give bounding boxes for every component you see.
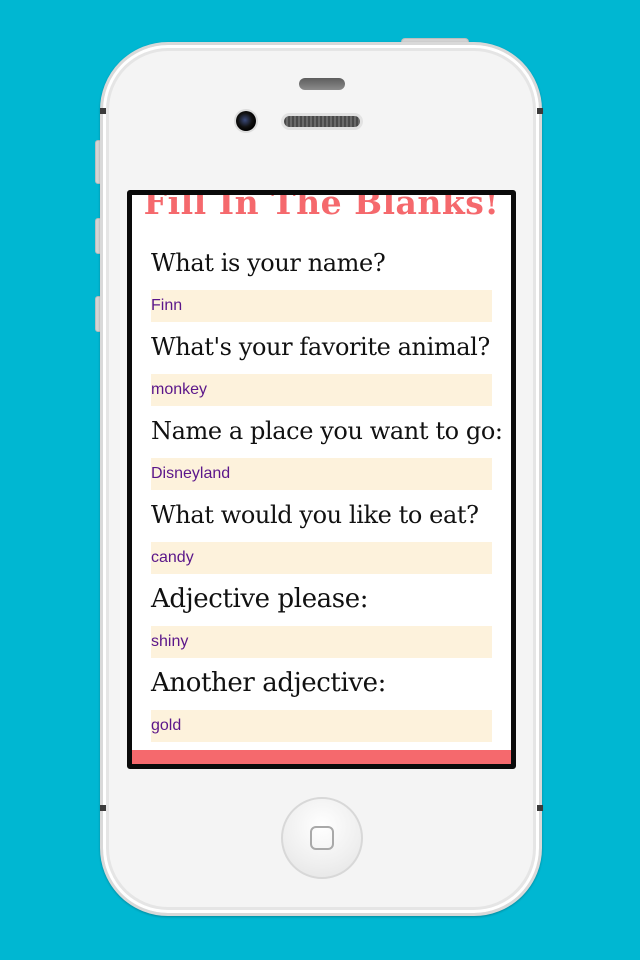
question-animal: What's your favorite animal? xyxy=(151,333,490,361)
home-button[interactable] xyxy=(281,797,363,879)
answer-adjective-2-input[interactable]: gold xyxy=(151,710,492,742)
front-camera-icon xyxy=(236,111,256,131)
answer-food-input[interactable]: candy xyxy=(151,542,492,574)
phone-screen: Fill In The Blanks! What is your name? F… xyxy=(127,190,516,769)
background-stage: Fill In The Blanks! What is your name? F… xyxy=(0,0,640,960)
question-place: Name a place you want to go: xyxy=(151,417,503,445)
fill-in-the-blanks-app: Fill In The Blanks! What is your name? F… xyxy=(132,195,511,764)
submit-bar[interactable] xyxy=(132,750,511,764)
earpiece-speaker-icon xyxy=(284,116,360,127)
antenna-band-mark xyxy=(100,108,106,114)
answer-animal-input[interactable]: monkey xyxy=(151,374,492,406)
proximity-sensor xyxy=(299,78,345,90)
question-food: What would you like to eat? xyxy=(151,501,479,529)
home-square-icon xyxy=(310,826,334,850)
antenna-band-mark xyxy=(100,805,106,811)
question-adjective-1: Adjective please: xyxy=(151,584,369,614)
antenna-band-mark xyxy=(537,805,543,811)
app-title: Fill In The Blanks! xyxy=(143,195,500,222)
answer-adjective-1-input[interactable]: shiny xyxy=(151,626,492,658)
question-name: What is your name? xyxy=(151,249,386,277)
question-adjective-2: Another adjective: xyxy=(151,668,387,698)
answer-place-input[interactable]: Disneyland xyxy=(151,458,492,490)
antenna-band-mark xyxy=(537,108,543,114)
answer-name-input[interactable]: Finn xyxy=(151,290,492,322)
